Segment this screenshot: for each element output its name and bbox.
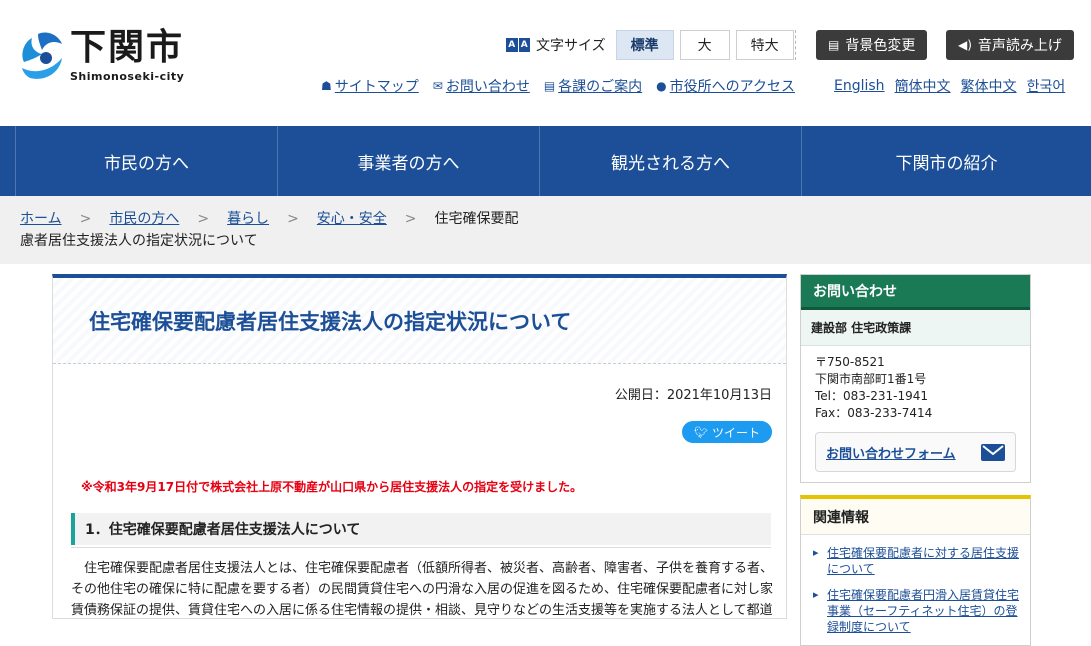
- related-heading: 関連情報: [801, 499, 1030, 535]
- contact-label: お問い合わせ: [445, 79, 530, 95]
- contact-address: 〒750-8521 下関市南部町1番1号 Tel：083-231-1941 Fa…: [801, 346, 1030, 422]
- font-size-icon-right: A: [518, 38, 530, 52]
- breadcrumb-separator: >: [79, 211, 92, 227]
- background-color-label: 背景色変更: [845, 38, 916, 54]
- postal-code: 〒750-8521: [815, 355, 885, 369]
- font-size-icon-left: A: [506, 38, 518, 52]
- speaker-icon: ◀): [958, 38, 972, 52]
- contact-link[interactable]: ✉ お問い合わせ: [433, 76, 530, 96]
- departments-label: 各課のご案内: [558, 79, 643, 95]
- sitemap-label: サイトマップ: [334, 79, 419, 95]
- related-link-label: 住宅確保要配慮者円滑入居賃貸住宅事業（セーフティネット住宅）の登録制度について: [827, 588, 1020, 634]
- fax: Fax：083-233-7414: [815, 406, 933, 420]
- tweet-label: ツイート: [711, 425, 760, 440]
- nav-tourism[interactable]: 観光される方へ: [540, 126, 802, 196]
- street-address: 下関市南部町1番1号: [815, 372, 927, 386]
- departments-link[interactable]: ▤ 各課のご案内: [544, 76, 642, 96]
- breadcrumb-home[interactable]: ホーム: [20, 211, 62, 227]
- related-link[interactable]: 住宅確保要配慮者に対する居住支援について: [813, 545, 1020, 577]
- contact-box: お問い合わせ 建設部 住宅政策課 〒750-8521 下関市南部町1番1号 Te…: [800, 274, 1031, 483]
- font-size-standard-button[interactable]: 標準: [615, 30, 674, 60]
- tweet-button[interactable]: 🐦︎ ツイート: [682, 421, 772, 443]
- lang-traditional-chinese-link[interactable]: 繁体中文: [961, 76, 1017, 96]
- breadcrumb: ホーム > 市民の方へ > 暮らし > 安心・安全 > 住宅確保要配 慮者居住支援法人の指定状況…: [0, 196, 1091, 264]
- font-size-icon: A A: [506, 38, 530, 52]
- voice-readout-button[interactable]: ◀) 音声読み上げ: [946, 30, 1074, 60]
- logo-mark-icon: [22, 32, 62, 79]
- contact-form-button[interactable]: お問い合わせフォーム: [815, 432, 1016, 472]
- related-list: 住宅確保要配慮者に対する居住支援について 住宅確保要配慮者円滑入居賃貸住宅事業（…: [801, 535, 1030, 635]
- breadcrumb-current: 住宅確保要配: [434, 211, 519, 227]
- sidebar: お問い合わせ 建設部 住宅政策課 〒750-8521 下関市南部町1番1号 Te…: [800, 274, 1031, 646]
- section-body-1: 住宅確保要配慮者居住支援法人とは、住宅確保要配慮者（低額所得者、被災者、高齢者、…: [71, 561, 774, 618]
- global-nav: 市民の方へ 事業者の方へ 観光される方へ 下関市の紹介: [0, 126, 1091, 196]
- sitemap-link[interactable]: ☗ サイトマップ: [321, 76, 419, 96]
- global-nav-spacer: [0, 126, 16, 196]
- contact-form-label: お問い合わせフォーム: [826, 446, 956, 462]
- background-color-button[interactable]: ▤ 背景色変更: [816, 30, 928, 60]
- pin-icon: ●: [656, 79, 667, 93]
- contact-heading: お問い合わせ: [801, 275, 1030, 310]
- font-size-label: 文字サイズ: [536, 38, 606, 54]
- mail-outline-icon: ✉: [432, 79, 443, 93]
- breadcrumb-line-2: 慮者居住支援法人の指定状況について: [20, 233, 258, 249]
- breadcrumb-safety[interactable]: 安心・安全: [317, 211, 387, 227]
- related-info-box: 関連情報 住宅確保要配慮者に対する居住支援について 住宅確保要配慮者円滑入居賃貸…: [800, 495, 1031, 646]
- notice-text: ※令和3年9月17日付で株式会社上原不動産が山口県から居住支援法人の指定を受けま…: [81, 480, 583, 494]
- published-date: 公開日：2021年10月13日: [614, 388, 772, 403]
- nav-citizens[interactable]: 市民の方へ: [16, 126, 278, 196]
- utility-links: ☗ サイトマップ ✉ お問い合わせ ▤ 各課のご案内 ● 市役所へのアクセス: [321, 76, 809, 96]
- sitemap-icon: ☗: [321, 79, 332, 93]
- doc-icon: ▤: [543, 79, 556, 93]
- telephone: Tel：083-231-1941: [815, 389, 929, 403]
- section-heading-1: 1．住宅確保要配慮者居住支援法人について: [71, 513, 771, 548]
- breadcrumb-citizens[interactable]: 市民の方へ: [109, 211, 179, 227]
- access-label: 市役所へのアクセス: [669, 79, 795, 95]
- logo-title: 下関市: [70, 27, 185, 68]
- site-logo[interactable]: 下関市 Shimonoseki-city: [12, 24, 192, 90]
- voice-readout-label: 音声読み上げ: [977, 38, 1062, 54]
- font-size-large-button[interactable]: 大: [679, 30, 730, 60]
- page-title: 住宅確保要配慮者居住支援法人の指定状況について: [89, 309, 572, 334]
- access-link[interactable]: ● 市役所へのアクセス: [656, 76, 795, 96]
- palette-icon: ▤: [828, 38, 840, 52]
- font-size-switcher: A A 文字サイズ 標準 大 特大: [506, 30, 800, 60]
- breadcrumb-line-1: ホーム > 市民の方へ > 暮らし > 安心・安全 > 住宅確保要配: [20, 208, 1091, 230]
- twitter-icon: 🐦︎: [694, 425, 708, 439]
- department-name: 建設部 住宅政策課: [801, 310, 1030, 346]
- main-content: 住宅確保要配慮者居住支援法人の指定状況について 公開日：2021年10月13日 …: [52, 274, 787, 619]
- title-band: 住宅確保要配慮者居住支援法人の指定状況について: [53, 278, 786, 364]
- lang-simplified-chinese-link[interactable]: 簡体中文: [895, 76, 951, 96]
- font-size-xlarge-button[interactable]: 特大: [735, 30, 794, 60]
- breadcrumb-separator: >: [404, 211, 417, 227]
- related-link-label: 住宅確保要配慮者に対する居住支援について: [827, 546, 1020, 576]
- lang-english-link[interactable]: English: [834, 78, 885, 94]
- language-links: English 簡体中文 繁体中文 한국어: [834, 76, 1075, 96]
- lang-korean-link[interactable]: 한국어: [1027, 76, 1066, 96]
- related-link[interactable]: 住宅確保要配慮者円滑入居賃貸住宅事業（セーフティネット住宅）の登録制度について: [813, 587, 1020, 635]
- logo-subtitle: Shimonoseki-city: [70, 70, 185, 83]
- nav-business[interactable]: 事業者の方へ: [278, 126, 540, 196]
- mail-icon: [981, 443, 1005, 461]
- nav-about-city[interactable]: 下関市の紹介: [802, 126, 1091, 196]
- header-divider: [795, 30, 796, 60]
- site-header: 下関市 Shimonoseki-city A A 文字サイズ 標準 大 特大 ▤…: [0, 0, 1091, 126]
- breadcrumb-separator: >: [197, 211, 210, 227]
- breadcrumb-living[interactable]: 暮らし: [227, 211, 269, 227]
- breadcrumb-separator: >: [287, 211, 299, 227]
